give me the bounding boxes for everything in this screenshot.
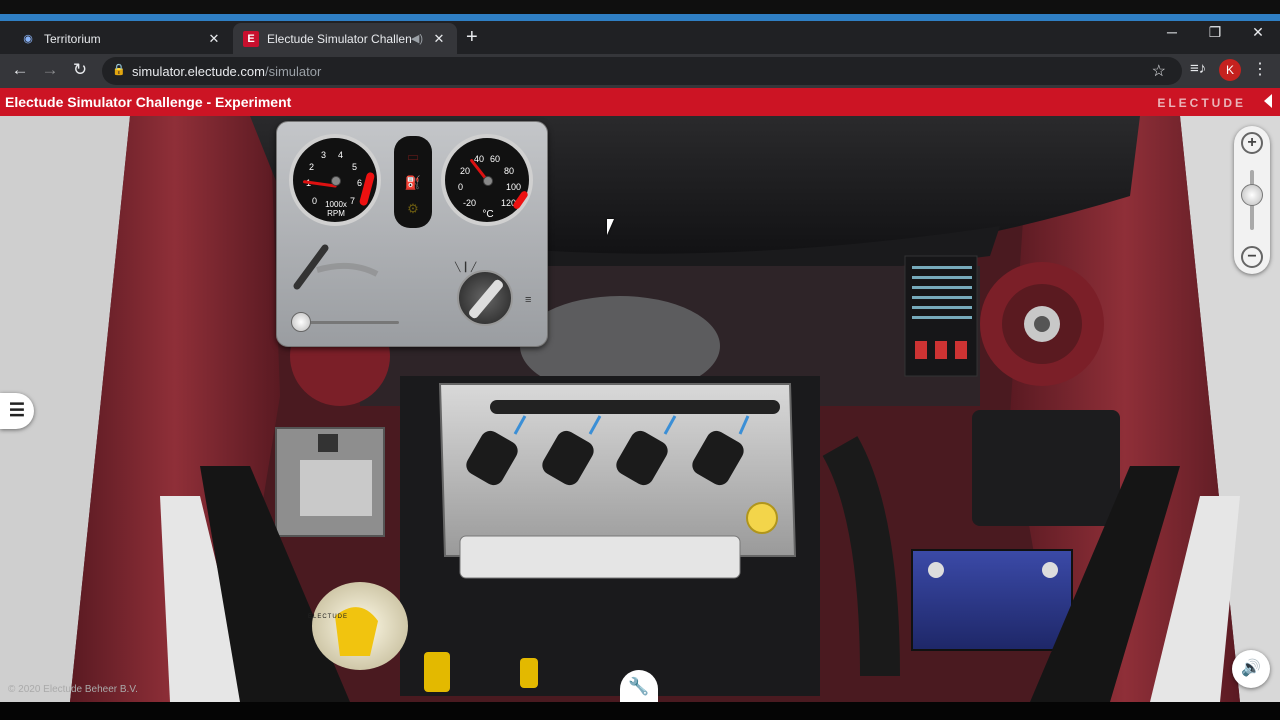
tab-electude[interactable]: E Electude Simulator Challenge ◀) ✕ [233,23,457,54]
temperature-gauge: -20 0 20 40 60 80 100 120 °C [441,134,533,226]
copyright-text: © 2020 Electude Beheer B.V. [8,684,138,695]
check-engine-icon: ⚙ [407,201,419,216]
temp-tick: 80 [504,166,515,176]
app-title: Electude Simulator Challenge - Experimen… [5,94,292,110]
back-icon[interactable]: ← [8,60,32,80]
restore-icon[interactable]: ❐ [1195,24,1235,41]
knob-position-marks: ╲ ┃ ╱ [455,262,477,272]
media-control-icon[interactable]: ≡♪ [1190,60,1206,77]
redline-zone [358,171,376,207]
temp-tick: 60 [490,154,501,164]
temp-hub [483,176,493,186]
zoom-control: + − [1234,126,1270,274]
tach-unit-line2: RPM [327,209,345,218]
tab-title: Territorium [44,31,101,46]
electude-logo: ELECTUDE [1157,96,1246,110]
tab-close-icon[interactable]: ✕ [429,31,449,47]
tach-tick: 3 [321,150,327,160]
headlight-icon: ≡ [525,294,532,306]
forward-icon[interactable]: → [38,60,62,80]
profile-avatar[interactable]: K [1219,59,1241,81]
battery-warning-icon: ▭ [406,149,420,164]
sound-toggle-button[interactable]: 🔊 [1232,650,1270,688]
temp-tick: 20 [460,166,471,176]
tach-tick: 0 [312,196,318,206]
window-accent-bar [0,14,1280,21]
reload-icon[interactable]: ↻ [68,60,92,80]
tach-tick: 2 [309,162,315,172]
app-header: Electude Simulator Challenge - Experimen… [0,88,1280,116]
wiper-stalk[interactable] [291,240,381,300]
territorium-icon: ◉ [23,33,33,45]
tools-button[interactable]: 🔧 [620,670,658,706]
tach-tick: 6 [357,178,363,188]
tach-tick: 4 [338,150,344,160]
engine-bay-illustration [0,116,1280,702]
dashboard-panel: 0 1 2 3 4 5 6 7 1000x RPM ▭ ⛽ ⚙ -20 0 2 [276,121,548,347]
tab-bar: ◉ Territorium ✕ E Electude Simulator Cha… [0,21,1280,54]
electude-e-icon: E [243,30,259,47]
screen: ◉ Territorium ✕ E Electude Simulator Cha… [0,0,1280,720]
warning-lamp-strip: ▭ ⛽ ⚙ [394,136,432,228]
minimize-icon[interactable]: ─ [1152,24,1192,40]
url-text: simulator.electude.com/simulator [132,64,321,79]
new-tab-icon[interactable]: + [466,26,478,49]
lock-icon[interactable]: 🔒 [112,63,126,76]
tach-unit: 1000x RPM [321,200,351,218]
tab-title: Electude Simulator Challenge [267,31,411,46]
zoom-in-button[interactable]: + [1241,132,1263,154]
address-toolbar: ← → ↻ 🔒 simulator.electude.com/simulator… [0,54,1280,88]
url-host: simulator.electude.com [132,64,265,79]
window-close-icon[interactable]: ✕ [1238,24,1278,41]
ecu-label: ELECTUDE [308,614,349,620]
tachometer: 0 1 2 3 4 5 6 7 1000x RPM [289,134,381,226]
address-bar[interactable]: 🔒 simulator.electude.com/simulator ☆ [102,57,1182,85]
zoom-out-button[interactable]: − [1241,246,1263,268]
ignition-slider[interactable] [291,312,401,332]
engine-bay-view[interactable]: ELECTUDE [0,116,1280,702]
tab-territorium[interactable]: ◉ Territorium ✕ [8,23,232,54]
temp-unit: °C [482,209,494,220]
audio-playing-icon[interactable]: ◀) [411,32,423,45]
temp-tick: 0 [458,182,464,192]
tach-tick: 5 [352,162,358,172]
bottom-black-bar [0,702,1280,720]
browser-menu-icon[interactable]: ⋮ [1252,59,1268,79]
tach-hub [331,176,341,186]
collapse-panel-icon[interactable] [1264,94,1272,108]
slider-knob[interactable] [291,312,311,332]
slider-track [299,321,399,324]
temp-tick: 100 [506,182,522,192]
knob-grip [467,278,505,320]
tab-close-icon[interactable]: ✕ [204,31,224,47]
tach-unit-line1: 1000x [325,200,347,209]
window-top-strip [0,0,1280,14]
zoom-slider-knob[interactable] [1241,184,1263,206]
oil-pressure-icon: ⛽ [404,175,422,190]
bookmark-star-icon[interactable]: ☆ [1152,61,1166,81]
temp-tick: -20 [463,198,477,208]
url-path: /simulator [264,64,322,79]
mouse-cursor-icon [607,219,614,235]
